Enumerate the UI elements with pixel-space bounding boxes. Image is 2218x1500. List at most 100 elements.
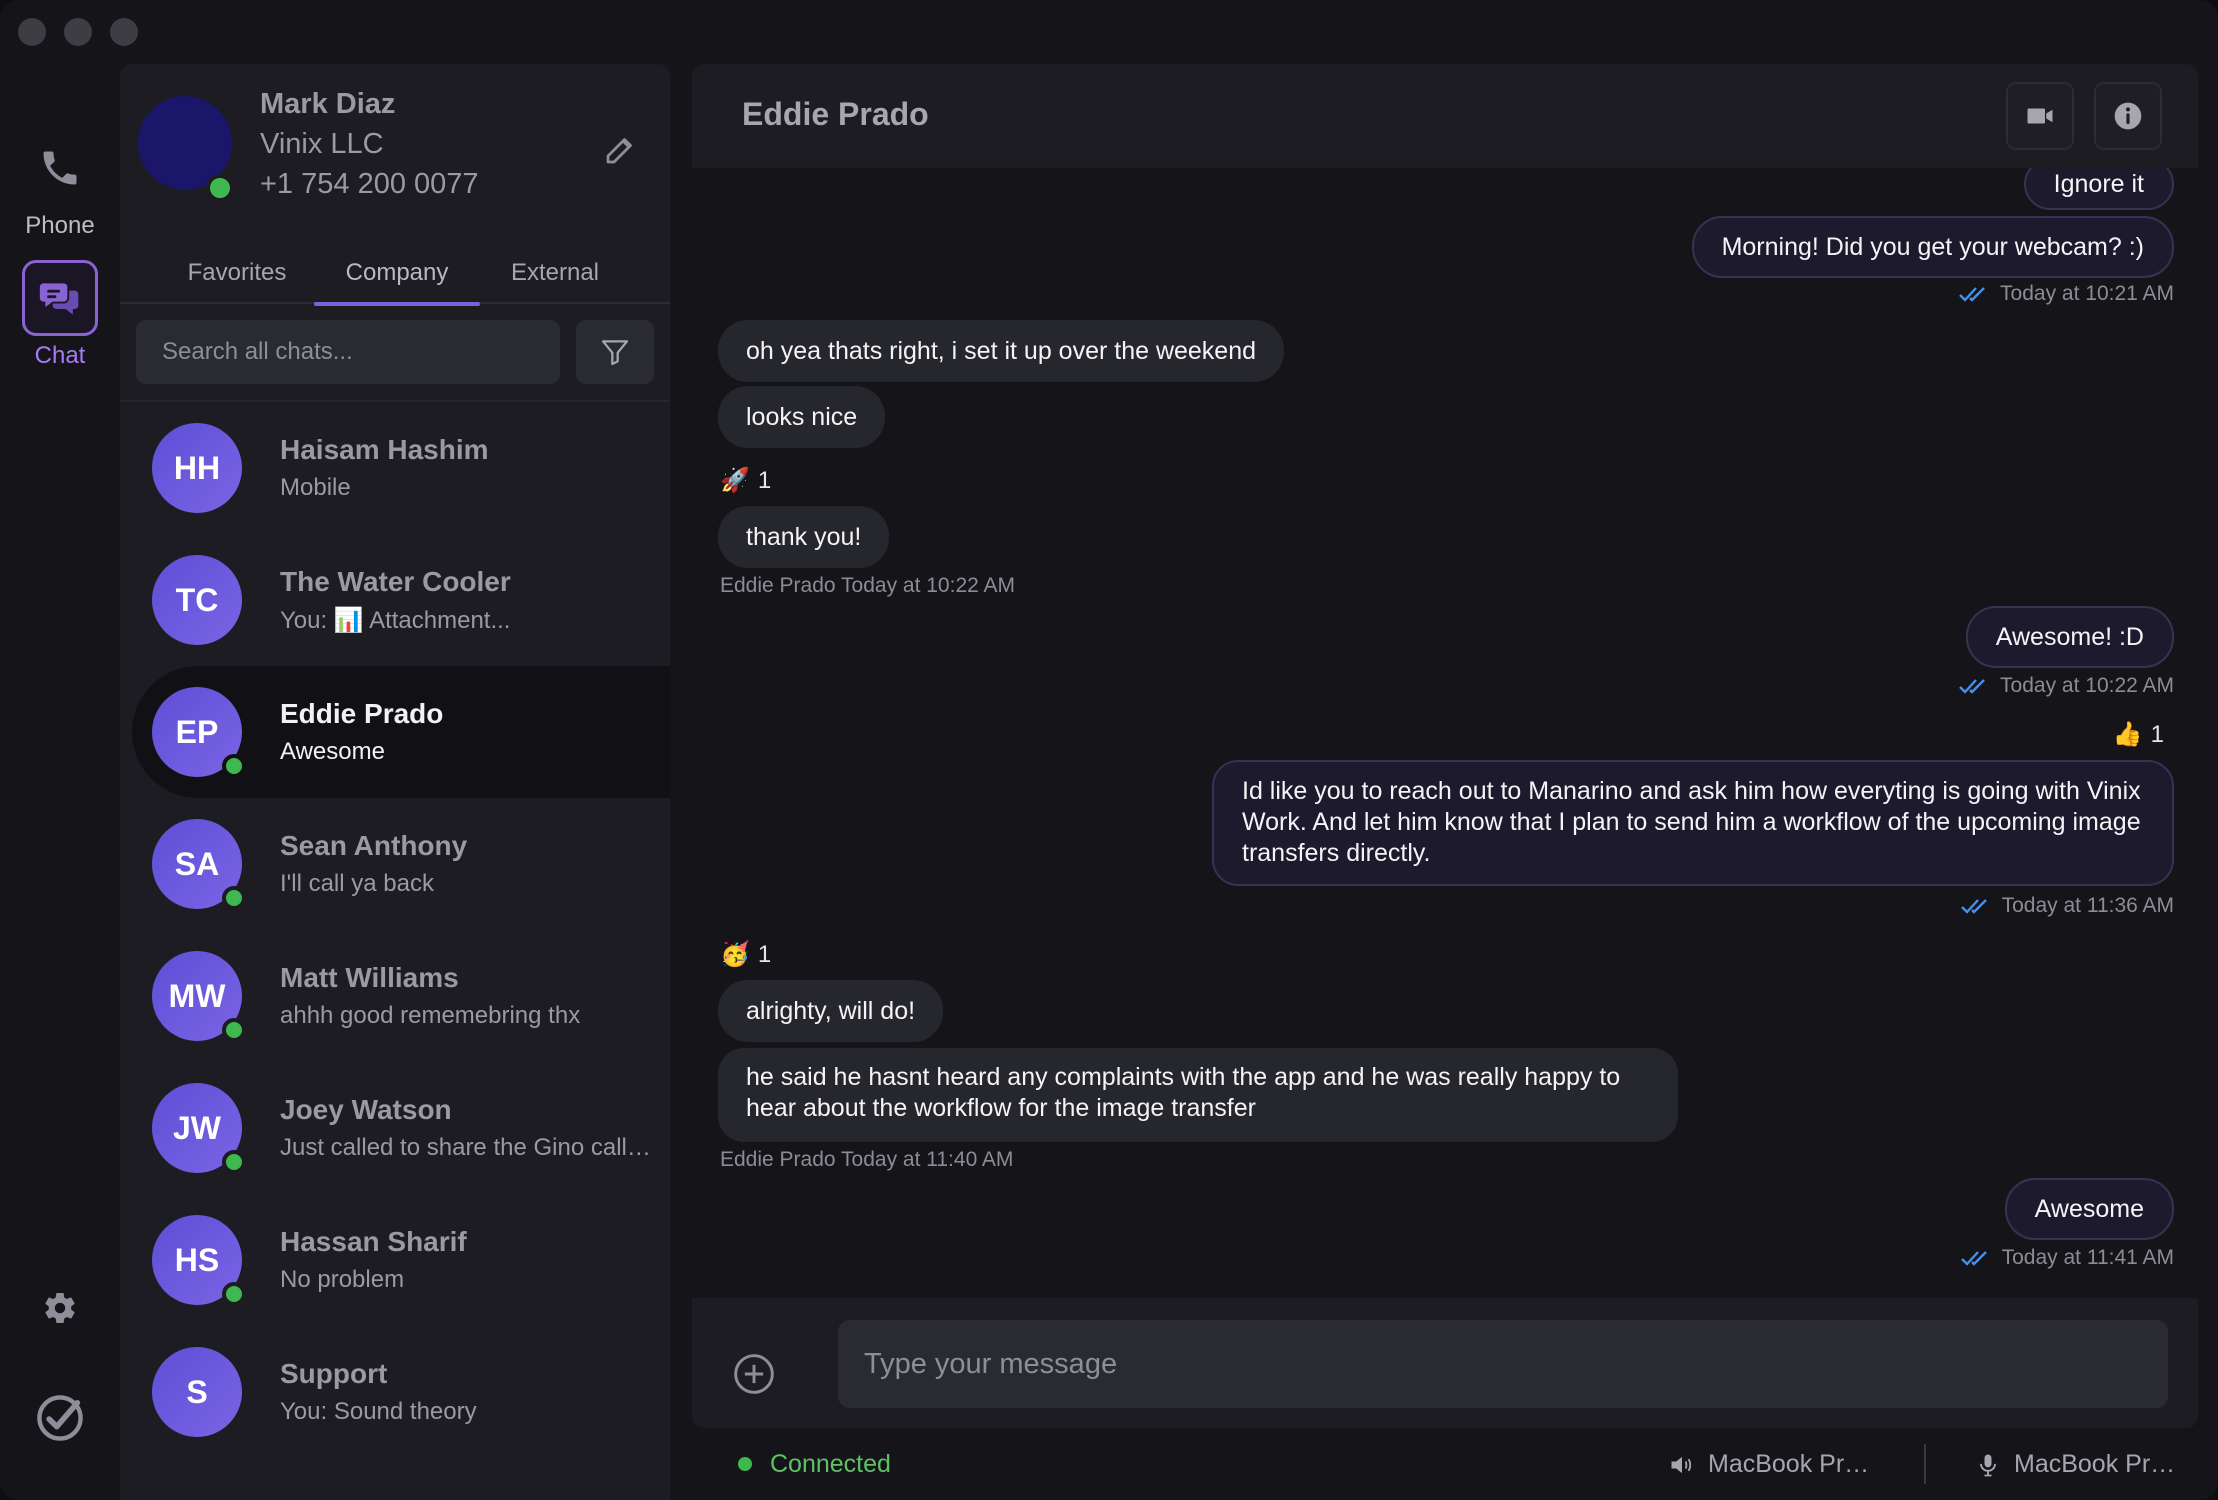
connection-status: Connected	[770, 1450, 891, 1478]
video-call-button[interactable]	[2006, 82, 2074, 150]
info-icon	[2114, 102, 2142, 130]
nav-chat-label: Chat	[34, 342, 86, 369]
online-status-dot	[222, 1150, 246, 1174]
thumbs-up-emoji: 👍	[2112, 721, 2143, 748]
search-input[interactable]	[162, 338, 534, 366]
contact-name: The Water Cooler	[280, 566, 511, 597]
pencil-icon	[606, 138, 632, 164]
search-box	[136, 320, 560, 384]
filter-icon	[601, 340, 629, 366]
close-window-button[interactable]	[18, 18, 46, 46]
message-timestamp: Today at 11:36 AM	[1960, 894, 2174, 918]
window-controls	[18, 18, 138, 46]
double-check-icon	[1960, 1251, 1987, 1266]
message-timestamp: Today at 10:22 AM	[1958, 674, 2174, 698]
contact-name: Matt Williams	[280, 962, 459, 993]
message-bubble-incoming: he said he hasnt heard any complaints wi…	[718, 1048, 1678, 1142]
chat-pane: Eddie Prado Ignore it Morning! Did you g…	[692, 64, 2198, 1500]
message-bubble-incoming: thank you!	[718, 506, 890, 568]
contact-name: Haisam Hashim	[280, 434, 489, 465]
edit-profile-button[interactable]	[596, 126, 644, 174]
chat-bubbles-icon	[22, 260, 98, 336]
zoom-window-button[interactable]	[110, 18, 138, 46]
connection-status-dot	[738, 1457, 752, 1471]
online-status-dot	[222, 1282, 246, 1306]
message-bubble-outgoing: Morning! Did you get your webcam? :)	[1691, 216, 2174, 278]
contact-name: Hassan Sharif	[280, 1226, 467, 1257]
double-check-icon	[1959, 287, 1985, 302]
message-sender-timestamp: Eddie Prado Today at 11:40 AM	[720, 1148, 1014, 1171]
speaker-device-name: MacBook Pr…	[1708, 1450, 1870, 1478]
message-composer	[692, 1298, 2198, 1428]
rocket-emoji: 🚀	[720, 467, 750, 494]
message-reaction[interactable]: 🚀 1	[720, 466, 771, 495]
phone-icon	[22, 130, 98, 206]
contact-avatar: HH	[152, 423, 242, 513]
message-time: Today at 11:36 AM	[2001, 894, 2174, 917]
message-time: Today at 10:22 AM	[2000, 674, 2174, 697]
message-list: Ignore it Morning! Did you get your webc…	[692, 168, 2198, 1298]
contact-name: Support	[280, 1358, 388, 1389]
contact-preview: I'll call ya back	[280, 870, 434, 897]
contacts-panel: Mark Diaz Vinix LLC +1 754 200 0077 Favo…	[120, 64, 670, 1500]
contact-preview: Just called to share the Gino call…	[280, 1134, 651, 1161]
online-status-dot	[206, 174, 234, 202]
message-reaction[interactable]: 👍 1	[2113, 720, 2164, 749]
app-window: Phone Chat Mark Diaz Vinix LLC +1 754 20…	[0, 0, 2218, 1500]
message-timestamp: Today at 11:41 AM	[1960, 1246, 2174, 1270]
contact-item-selected[interactable]: EP Eddie Prado Awesome	[132, 666, 670, 798]
message-bubble-outgoing: Awesome! :D	[1965, 606, 2174, 668]
chat-header: Eddie Prado	[692, 64, 2198, 168]
party-face-emoji: 🥳	[720, 941, 750, 968]
contact-item[interactable]: S Support You: Sound theory	[132, 1326, 670, 1458]
message-timestamp: Today at 10:21 AM	[1958, 282, 2174, 306]
profile-details: Mark Diaz Vinix LLC +1 754 200 0077	[260, 84, 479, 204]
contact-item[interactable]: HH Haisam Hashim Mobile	[132, 402, 670, 534]
profile-name: Mark Diaz	[260, 88, 396, 120]
nav-chat[interactable]: Chat	[0, 260, 120, 370]
chat-title: Eddie Prado	[742, 96, 929, 132]
message-bubble-incoming: looks nice	[718, 386, 886, 448]
contact-name: Joey Watson	[280, 1094, 452, 1125]
message-bubble-incoming: oh yea thats right, i set it up over the…	[718, 320, 1285, 382]
message-bubble-outgoing: Ignore it	[2023, 168, 2174, 210]
reaction-count: 1	[757, 466, 772, 494]
message-bubble-outgoing: Id like you to reach out to Manarino and…	[1212, 760, 2174, 886]
microphone-device-selector[interactable]: MacBook Pr…	[1974, 1450, 2175, 1479]
message-input[interactable]	[864, 1347, 2142, 1381]
double-check-icon	[1960, 899, 1987, 914]
message-reaction[interactable]: 🥳 1	[720, 940, 771, 969]
contact-item[interactable]: SA Sean Anthony I'll call ya back	[132, 798, 670, 930]
add-attachment-button[interactable]	[730, 1350, 778, 1398]
contact-preview: You: 📊 Attachment...	[280, 607, 511, 634]
contact-avatar: TC	[152, 555, 242, 645]
message-time: Today at 10:21 AM	[2000, 282, 2174, 305]
contact-name: Eddie Prado	[280, 698, 444, 729]
minimize-window-button[interactable]	[64, 18, 92, 46]
nav-phone-label: Phone	[25, 212, 95, 239]
contact-item[interactable]: JW Joey Watson Just called to share the …	[132, 1062, 670, 1194]
contact-preview: ahhh good rememebring thx	[280, 1002, 581, 1029]
nav-phone[interactable]: Phone	[0, 130, 120, 240]
tab-favorites[interactable]: Favorites	[160, 242, 314, 304]
filter-button[interactable]	[576, 320, 654, 384]
speaker-icon	[1671, 1456, 1692, 1473]
contact-preview: You: Sound theory	[280, 1398, 477, 1425]
contact-item[interactable]: TC The Water Cooler You: 📊 Attachment...	[132, 534, 670, 666]
message-time: Today at 11:41 AM	[2001, 1246, 2174, 1269]
gear-icon	[22, 1270, 98, 1346]
contact-item[interactable]: MW Matt Williams ahhh good rememebring t…	[132, 930, 670, 1062]
message-bubble-incoming: alrighty, will do!	[718, 980, 944, 1042]
speaker-device-selector[interactable]: MacBook Pr…	[1668, 1450, 1869, 1479]
app-logo	[0, 1380, 120, 1456]
plus-circle-icon	[734, 1354, 774, 1394]
tab-company[interactable]: Company	[314, 242, 480, 306]
profile-phone: +1 754 200 0077	[260, 168, 479, 200]
info-button[interactable]	[2094, 82, 2162, 150]
message-sender-timestamp: Eddie Prado Today at 10:22 AM	[720, 574, 1015, 597]
reaction-count: 1	[757, 940, 772, 968]
settings-button[interactable]	[0, 1270, 120, 1346]
contact-preview: Awesome	[280, 738, 385, 765]
contact-item[interactable]: HS Hassan Sharif No problem	[132, 1194, 670, 1326]
tab-external[interactable]: External	[480, 242, 630, 304]
